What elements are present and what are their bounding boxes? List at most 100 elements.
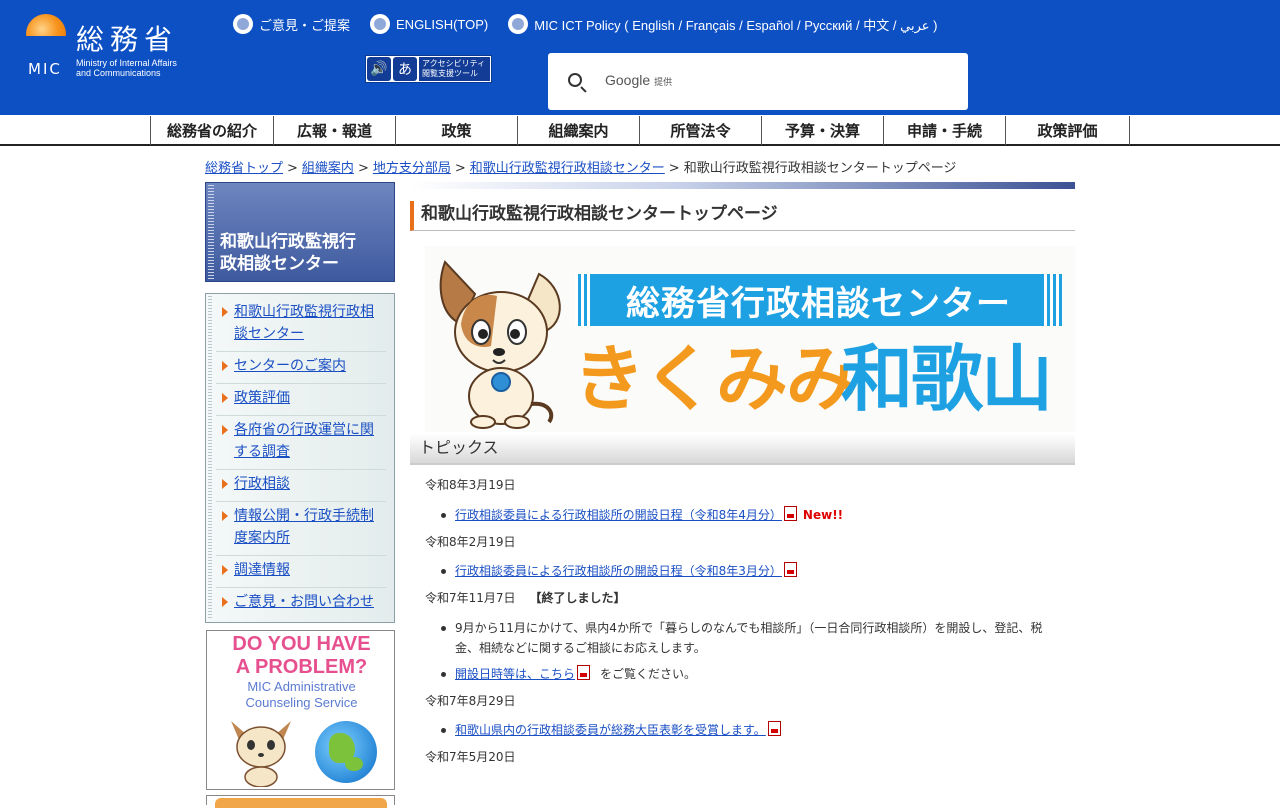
topics-heading: トピックス <box>410 434 1075 465</box>
arrow-right-icon <box>222 479 228 489</box>
banner-title-line-2: A PROBLEM? <box>235 656 368 678</box>
sidebar-link-contact[interactable]: ご意見・お問い合わせ <box>234 594 374 610</box>
hero-subtitle-orange: きくみみ <box>573 337 858 421</box>
topics-list: 令和8年3月19日 行政相談委員による行政相談所の開設日程（令和8年4月分） Ne… <box>425 474 1065 777</box>
breadcrumb: 総務省トップ > 組織案内 > 地方支分部局 > 和歌山行政監視行政相談センター > 和歌山行政… <box>205 157 956 176</box>
topic-date: 令和7年5月20日 <box>425 746 1065 777</box>
breadcrumb-separator: > <box>668 161 680 176</box>
topic-link[interactable]: 行政相談委員による行政相談所の開設日程（令和8年4月分） <box>455 508 782 522</box>
site-header: 総務省 MIC Ministry of Internal Affairs and… <box>0 0 1280 115</box>
topic-items: 和歌山県内の行政相談委員が総務大臣表彰を受賞します。 <box>425 720 1065 740</box>
ict-policy-link-label: MIC ICT Policy ( English / Français / Es… <box>534 17 938 33</box>
topic-date: 令和8年2月19日 <box>425 531 1065 562</box>
logo-mic-text: MIC <box>28 60 62 78</box>
search-brand: Google 提供 <box>605 72 672 88</box>
arrow-right-icon <box>222 425 228 435</box>
breadcrumb-link-organization[interactable]: 組織案内 <box>302 161 354 176</box>
breadcrumb-link-center[interactable]: 和歌山行政監視行政相談センター <box>470 161 665 176</box>
sidebar-item-guide: センターのご案内 <box>216 352 386 384</box>
sidebar-item-disclosure: 情報公開・行政手続制度案内所 <box>216 502 386 556</box>
topic-item: 和歌山県内の行政相談委員が総務大臣表彰を受賞します。 <box>425 720 1065 740</box>
banner-subtitle: MIC Administrative Counseling Service <box>207 679 394 711</box>
breadcrumb-link-regional[interactable]: 地方支分部局 <box>373 161 451 176</box>
header-links: ご意見・ご提案 ENGLISH(TOP) MIC ICT Policy ( En… <box>233 14 937 34</box>
topic-text: 9月から11月にかけて、県内4か所で「暮らしのなんでも相談所」（一日合同行政相談… <box>455 620 1043 655</box>
topic-item: 行政相談委員による行政相談所の開設日程（令和8年4月分） New!! <box>425 505 1065 525</box>
dog-mascot-icon <box>439 260 561 429</box>
topic-date-text: 令和7年5月20日 <box>425 750 516 764</box>
sidebar-link-procurement[interactable]: 調達情報 <box>234 562 290 578</box>
topic-items: 9月から11月にかけて、県内4か所で「暮らしのなんでも相談所」（一日合同行政相談… <box>425 618 1065 684</box>
sidebar-item-procurement: 調達情報 <box>216 556 386 588</box>
speaker-icon: 🔊 <box>367 57 391 81</box>
search-brand-suffix: 提供 <box>654 77 673 87</box>
sidebar-item-evaluation: 政策評価 <box>216 384 386 416</box>
breadcrumb-separator: > <box>454 161 466 176</box>
sidebar-link-guide[interactable]: センターのご案内 <box>234 358 346 374</box>
sidebar-item-survey: 各府省の行政運営に関する調査 <box>216 416 386 470</box>
feedback-link-label: ご意見・ご提案 <box>259 17 351 33</box>
topic-date-text: 令和8年2月19日 <box>425 534 516 549</box>
topic-item: 行政相談委員による行政相談所の開設日程（令和8年3月分） <box>425 561 1065 581</box>
gnav-policy[interactable]: 政策 <box>395 116 517 145</box>
topic-link[interactable]: 和歌山県内の行政相談委員が総務大臣表彰を受賞します。 <box>455 723 766 737</box>
main-decorative-bar <box>410 182 1075 189</box>
arrow-right-icon <box>222 565 228 575</box>
radio-bullet-icon <box>233 14 253 34</box>
arrow-right-icon <box>222 511 228 521</box>
logo-english-line-1: Ministry of Internal Affairs <box>76 58 177 68</box>
topic-link[interactable]: 行政相談委員による行政相談所の開設日程（令和8年3月分） <box>455 564 782 578</box>
topic-status: 【終了しました】 <box>529 591 626 605</box>
topic-link[interactable]: 開設日時等は、こちら <box>455 667 575 681</box>
english-top-link[interactable]: ENGLISH(TOP) <box>370 14 488 34</box>
search-brand-name: Google <box>605 72 651 88</box>
dog-mascot-icon <box>231 721 291 787</box>
sidebar-link-center[interactable]: 和歌山行政監視行政相談センター <box>234 304 374 342</box>
english-top-link-label: ENGLISH(TOP) <box>396 16 489 32</box>
gnav-budget[interactable]: 予算・決算 <box>761 116 883 145</box>
sidebar-link-counseling[interactable]: 行政相談 <box>234 476 290 492</box>
search-icon[interactable] <box>568 73 582 87</box>
gnav-evaluation[interactable]: 政策評価 <box>1005 116 1130 145</box>
breadcrumb-link-top[interactable]: 総務省トップ <box>205 161 283 176</box>
topic-date: 令和7年11月7日 【終了しました】 <box>425 587 1065 618</box>
sidebar-link-evaluation[interactable]: 政策評価 <box>234 390 290 406</box>
gnav-applications[interactable]: 申請・手続 <box>883 116 1005 145</box>
global-nav: 総務省の紹介 広報・報道 政策 組織案内 所管法令 予算・決算 申請・手続 政策… <box>0 115 1280 146</box>
arrow-right-icon <box>222 307 228 317</box>
sidebar-item-counseling: 行政相談 <box>216 470 386 502</box>
pdf-icon <box>783 505 797 521</box>
sidebar-heading: 和歌山行政監視行 政相談センター <box>205 182 395 282</box>
hero-banner: 総務省行政相談センター きくみみ 和歌山 <box>425 246 1075 432</box>
sidebar-menu: 和歌山行政監視行政相談センター センターのご案内 政策評価 各府省の行政運営に関… <box>205 293 395 623</box>
accessibility-tool-label: アクセシビリティ 閲覧支援ツール <box>419 57 490 81</box>
gnav-about[interactable]: 総務省の紹介 <box>150 116 273 145</box>
topic-date: 令和8年3月19日 <box>425 474 1065 505</box>
breadcrumb-separator: > <box>357 161 369 176</box>
gnav-press[interactable]: 広報・報道 <box>273 116 395 145</box>
counseling-service-banner[interactable]: DO YOU HAVE A PROBLEM? MIC Administrativ… <box>206 630 395 790</box>
radio-bullet-icon <box>370 14 391 34</box>
accessibility-tool-button[interactable]: 🔊 あ アクセシビリティ 閲覧支援ツール <box>365 55 492 83</box>
sidebar-link-survey[interactable]: 各府省の行政運営に関する調査 <box>234 422 374 460</box>
sidebar-link-disclosure[interactable]: 情報公開・行政手続制度案内所 <box>234 508 374 546</box>
ict-policy-link[interactable]: MIC ICT Policy ( English / Français / Es… <box>508 14 937 34</box>
feedback-link[interactable]: ご意見・ご提案 <box>233 14 350 34</box>
new-badge: New!! <box>802 507 844 522</box>
logo-english-line-2: and Communications <box>76 68 161 78</box>
gnav-organization[interactable]: 組織案内 <box>517 116 639 145</box>
arrow-right-icon <box>222 361 228 371</box>
pdf-icon <box>767 721 781 736</box>
global-nav-items: 総務省の紹介 広報・報道 政策 組織案内 所管法令 予算・決算 申請・手続 政策… <box>150 116 1130 145</box>
banner-subtitle-line-2: Counseling Service <box>245 695 358 710</box>
logo-sun-mark <box>26 14 66 58</box>
sidebar-title-line-2: 政相談センター <box>220 254 339 274</box>
sidebar-item-center: 和歌山行政監視行政相談センター <box>216 298 386 352</box>
gnav-laws[interactable]: 所管法令 <box>639 116 761 145</box>
topic-item: 9月から11月にかけて、県内4か所で「暮らしのなんでも相談所」（一日合同行政相談… <box>425 618 1065 658</box>
arrow-right-icon <box>222 393 228 403</box>
logo-japanese-text: 総務省 <box>76 23 179 56</box>
secondary-banner[interactable] <box>206 795 395 808</box>
search-box[interactable]: Google 提供 <box>548 53 968 110</box>
mic-logo[interactable]: 総務省 MIC Ministry of Internal Affairs and… <box>26 12 216 82</box>
